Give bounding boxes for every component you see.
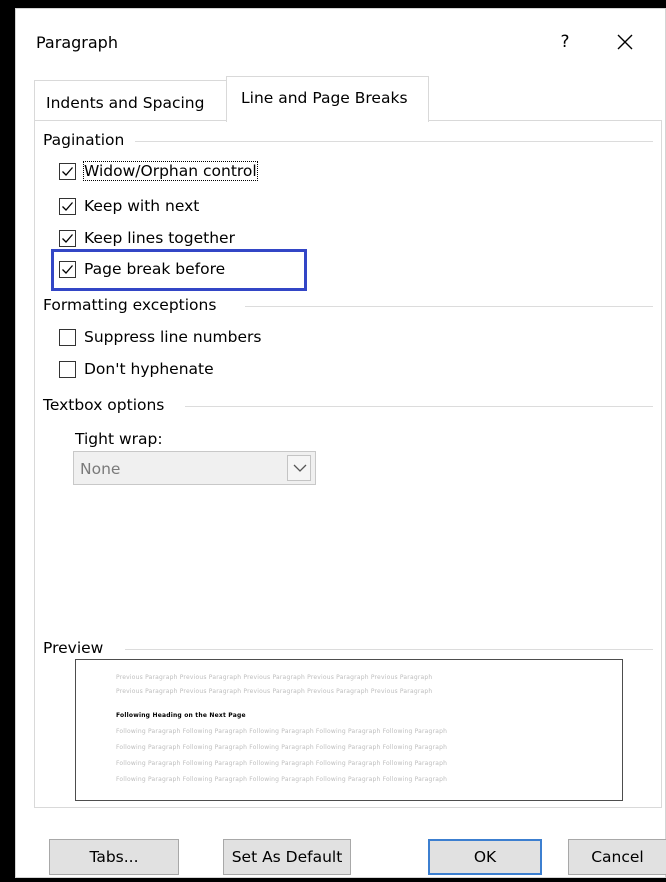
divider — [125, 649, 653, 650]
divider — [245, 306, 653, 307]
checkmark-icon — [62, 167, 73, 176]
preview-following-line: Following Paragraph Following Paragraph … — [116, 728, 448, 735]
ok-button[interactable]: OK — [428, 839, 542, 875]
preview-current-line: Following Heading on the Next Page — [116, 712, 246, 719]
tab-line-and-page-breaks[interactable]: Line and Page Breaks — [226, 76, 429, 122]
textbox-options-heading: Textbox options — [43, 396, 175, 414]
preview-previous-line: Previous Paragraph Previous Paragraph Pr… — [116, 674, 433, 681]
preview-pane: Previous Paragraph Previous Paragraph Pr… — [75, 659, 623, 801]
checkbox-label: Suppress line numbers — [84, 328, 262, 346]
highlight-annotation — [51, 249, 307, 291]
formatting-exceptions-heading: Formatting exceptions — [43, 296, 227, 314]
window-frame-left — [0, 0, 15, 882]
checkbox[interactable] — [59, 361, 76, 378]
checkbox[interactable] — [59, 198, 76, 215]
tight-wrap-select[interactable]: None — [73, 451, 316, 485]
divider — [135, 141, 653, 142]
window-frame-top — [0, 0, 666, 8]
checkmark-icon — [62, 202, 73, 211]
dialog-title: Paragraph — [36, 33, 118, 52]
preview-heading: Preview — [43, 639, 114, 657]
close-button[interactable] — [608, 25, 642, 59]
tab-label: Indents and Spacing — [46, 94, 205, 112]
tabs-button[interactable]: Tabs... — [49, 839, 179, 875]
chevron-down-icon — [293, 464, 307, 472]
pagination-heading: Pagination — [43, 131, 135, 149]
paragraph-dialog: Paragraph ? Pagination Widow/Orphan cont… — [15, 8, 666, 878]
checkbox-label: Keep with next — [84, 197, 200, 215]
preview-previous-line: Previous Paragraph Previous Paragraph Pr… — [116, 688, 433, 695]
window-frame-bottom — [0, 878, 666, 882]
checkbox-label: Don't hyphenate — [84, 360, 214, 378]
set-as-default-button[interactable]: Set As Default — [223, 839, 351, 875]
divider — [185, 406, 653, 407]
preview-following-line: Following Paragraph Following Paragraph … — [116, 760, 448, 767]
checkmark-icon — [62, 234, 73, 243]
checkbox-label: Keep lines together — [84, 229, 235, 247]
checkbox[interactable] — [59, 329, 76, 346]
checkbox[interactable] — [59, 230, 76, 247]
tight-wrap-label: Tight wrap: — [75, 430, 163, 448]
tab-label: Line and Page Breaks — [241, 89, 408, 107]
tab-indents-and-spacing[interactable]: Indents and Spacing — [34, 80, 227, 120]
preview-following-line: Following Paragraph Following Paragraph … — [116, 744, 448, 751]
preview-following-line: Following Paragraph Following Paragraph … — [116, 776, 448, 783]
tight-wrap-value: None — [80, 460, 121, 478]
help-button[interactable]: ? — [552, 25, 578, 59]
checkbox[interactable] — [59, 163, 76, 180]
dropdown-button[interactable] — [287, 455, 311, 481]
close-icon — [617, 34, 633, 50]
checkbox-label: Widow/Orphan control — [83, 161, 258, 181]
cancel-button[interactable]: Cancel — [568, 839, 666, 875]
